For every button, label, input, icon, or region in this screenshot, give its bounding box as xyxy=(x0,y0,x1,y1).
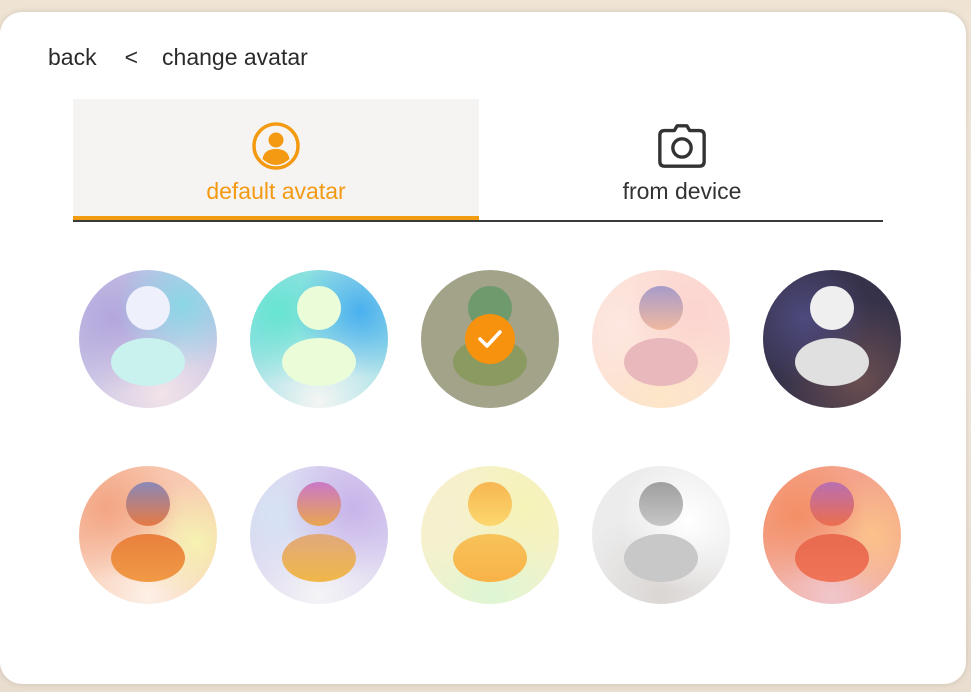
avatar-head xyxy=(126,286,170,330)
page-title: change avatar xyxy=(162,43,308,70)
avatar-head xyxy=(297,482,341,526)
tab-default-avatar[interactable]: default avatar xyxy=(73,99,479,220)
avatar-grid xyxy=(79,270,901,606)
tab-from-device[interactable]: from device xyxy=(479,99,885,220)
avatar-source-tabs: default avatar from device xyxy=(73,99,883,222)
avatar-body xyxy=(111,534,185,582)
avatar-body xyxy=(795,534,869,582)
avatar-head xyxy=(126,482,170,526)
avatar-option[interactable] xyxy=(79,466,217,604)
avatar-body xyxy=(111,338,185,386)
avatar-head xyxy=(297,286,341,330)
avatar-option[interactable] xyxy=(250,270,388,408)
avatar-head xyxy=(639,286,683,330)
avatar-body xyxy=(624,338,698,386)
header: back < change avatar xyxy=(48,42,308,72)
avatar-option[interactable] xyxy=(421,270,559,408)
avatar-option[interactable] xyxy=(79,270,217,408)
breadcrumb-separator: < xyxy=(124,43,139,70)
avatar-head xyxy=(639,482,683,526)
avatar-head xyxy=(468,482,512,526)
camera-icon xyxy=(656,120,708,172)
avatar-option[interactable] xyxy=(250,466,388,604)
avatar-body xyxy=(453,534,527,582)
avatar-body xyxy=(282,338,356,386)
avatar-body xyxy=(795,338,869,386)
user-circle-icon xyxy=(250,120,302,172)
avatar-option[interactable] xyxy=(763,270,901,408)
change-avatar-dialog: back < change avatar default avatar from… xyxy=(0,12,966,684)
avatar-option[interactable] xyxy=(592,466,730,604)
avatar-option[interactable] xyxy=(763,466,901,604)
avatar-head xyxy=(810,482,854,526)
avatar-option[interactable] xyxy=(421,466,559,604)
check-icon xyxy=(465,314,515,364)
tab-label: from device xyxy=(622,178,742,204)
tab-label: default avatar xyxy=(206,178,346,204)
back-button[interactable]: back xyxy=(48,44,97,71)
avatar-head xyxy=(810,286,854,330)
avatar-body xyxy=(282,534,356,582)
avatar-option[interactable] xyxy=(592,270,730,408)
avatar-body xyxy=(624,534,698,582)
